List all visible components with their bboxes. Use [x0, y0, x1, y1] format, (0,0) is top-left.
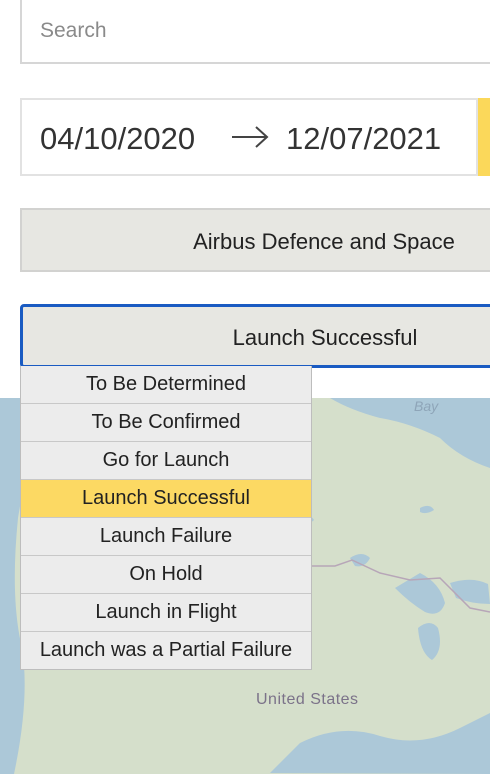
- agency-select[interactable]: Airbus Defence and Space: [20, 208, 490, 272]
- search-field[interactable]: [20, 0, 490, 64]
- status-option-selected[interactable]: Launch Successful: [21, 479, 311, 517]
- status-option[interactable]: To Be Determined: [21, 366, 311, 403]
- map-label-bay: Bay: [414, 398, 439, 414]
- status-option[interactable]: Go for Launch: [21, 441, 311, 479]
- status-option[interactable]: Launch in Flight: [21, 593, 311, 631]
- arrow-right-icon: [230, 122, 270, 157]
- status-option[interactable]: On Hold: [21, 555, 311, 593]
- agency-select-value: Airbus Defence and Space: [193, 229, 455, 254]
- status-select-value: Launch Successful: [232, 325, 418, 350]
- status-option[interactable]: To Be Confirmed: [21, 403, 311, 441]
- end-date[interactable]: 12/07/2021: [286, 121, 441, 157]
- search-input[interactable]: [38, 18, 482, 44]
- start-date[interactable]: 04/10/2020: [40, 121, 195, 157]
- status-option[interactable]: Launch Failure: [21, 517, 311, 555]
- date-range-action[interactable]: [478, 98, 490, 176]
- status-select[interactable]: Launch Successful: [20, 304, 490, 368]
- status-option[interactable]: Launch was a Partial Failure: [21, 631, 311, 669]
- status-dropdown-menu: To Be Determined To Be Confirmed Go for …: [20, 366, 312, 670]
- map-label-country: United States: [256, 691, 359, 708]
- date-range-picker[interactable]: 04/10/2020 12/07/2021: [20, 98, 478, 176]
